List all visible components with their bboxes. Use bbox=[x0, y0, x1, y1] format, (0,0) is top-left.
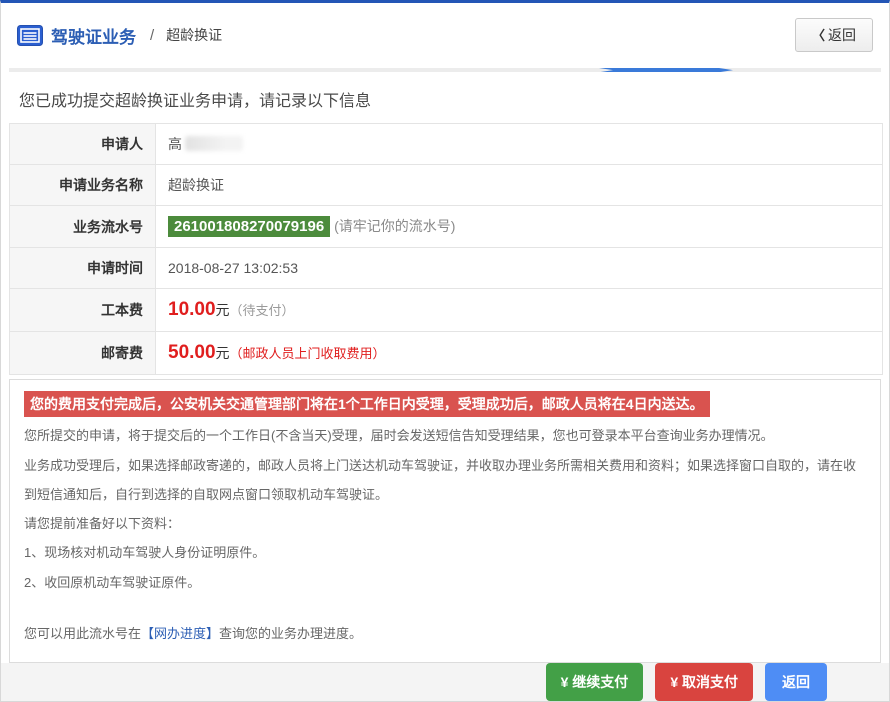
production-fee-unit: 元 bbox=[216, 302, 230, 318]
notice-paragraph-3: 请您提前准备好以下资料： bbox=[24, 509, 866, 538]
step-progress-bar: 1、业务须知 2、用户申告 3、确认信息 4、资料填写 5、确认提交 6、完成提… bbox=[9, 68, 881, 72]
notice-box: 您的费用支付完成后，公安机关交通管理部门将在1个工作日内受理，受理成功后，邮政人… bbox=[9, 379, 881, 663]
application-details-table: 申请人 高 申请业务名称 超龄换证 业务流水号 2610018082700791… bbox=[9, 123, 883, 375]
progress-suffix: 查询您的业务办理进度。 bbox=[219, 626, 362, 641]
header-back-label: 返回 bbox=[828, 27, 856, 43]
applicant-value: 高 bbox=[156, 124, 883, 165]
applicant-label: 申请人 bbox=[10, 124, 156, 165]
apply-time-value: 2018-08-27 13:02:53 bbox=[156, 248, 883, 289]
step-3-confirm-info: 3、确认信息 bbox=[245, 68, 363, 72]
business-name-label: 申请业务名称 bbox=[10, 165, 156, 206]
header: 驾驶证业务 / 超龄换证 〈返回 bbox=[1, 3, 889, 65]
serial-number-badge: 261001808270079196 bbox=[168, 216, 330, 237]
redacted-name bbox=[185, 136, 243, 151]
cancel-payment-button[interactable]: ¥ 取消支付 bbox=[655, 663, 753, 701]
table-row-production-fee: 工本费 10.00元（待支付） bbox=[10, 289, 883, 332]
table-row-postage-fee: 邮寄费 50.00元（邮政人员上门收取费用） bbox=[10, 332, 883, 375]
footer-action-bar: ¥ 继续支付 ¥ 取消支付 返回 bbox=[1, 663, 889, 701]
online-progress-link[interactable]: 【网办进度】 bbox=[141, 626, 219, 641]
serial-number-value: 261001808270079196 (请牢记你的流水号) bbox=[156, 206, 883, 248]
continue-payment-button[interactable]: ¥ 继续支付 bbox=[546, 663, 644, 701]
license-form-icon bbox=[17, 25, 43, 46]
page-container: 驾驶证业务 / 超龄换证 〈返回 1、业务须知 2、用户申告 3、确认信息 4、… bbox=[0, 0, 890, 702]
serial-number-note: (请牢记你的流水号) bbox=[334, 218, 455, 234]
breadcrumb: 驾驶证业务 / 超龄换证 bbox=[17, 23, 222, 48]
postage-fee-value: 50.00元（邮政人员上门收取费用） bbox=[156, 332, 883, 375]
notice-paragraph-5: 2、收回原机动车驾驶证原件。 bbox=[24, 568, 866, 597]
table-row-business-name: 申请业务名称 超龄换证 bbox=[10, 165, 883, 206]
table-row-applicant: 申请人 高 bbox=[10, 124, 883, 165]
step-1-business-notes: 1、业务须知 bbox=[9, 68, 127, 72]
step-6-complete-submit: 6、完成提交 bbox=[599, 68, 733, 72]
serial-number-label: 业务流水号 bbox=[10, 206, 156, 248]
notice-paragraph-1: 您所提交的申请，将于提交后的一个工作日(不含当天)受理，届时会发送短信告知受理结… bbox=[24, 421, 866, 450]
production-fee-note: （待支付） bbox=[230, 303, 295, 318]
page-title: 驾驶证业务 bbox=[51, 23, 136, 48]
step-2-user-declaration: 2、用户申告 bbox=[127, 68, 245, 72]
production-fee-amount: 10.00 bbox=[168, 299, 216, 320]
business-name-value: 超龄换证 bbox=[156, 165, 883, 206]
table-row-apply-time: 申请时间 2018-08-27 13:02:53 bbox=[10, 248, 883, 289]
table-row-serial-number: 业务流水号 261001808270079196 (请牢记你的流水号) bbox=[10, 206, 883, 248]
applicant-name: 高 bbox=[168, 136, 182, 152]
footer-back-button[interactable]: 返回 bbox=[765, 663, 827, 701]
step-4-fill-materials: 4、资料填写 bbox=[363, 68, 481, 72]
breadcrumb-divider: / bbox=[150, 27, 154, 44]
progress-query-line: 您可以用此流水号在【网办进度】查询您的业务办理进度。 bbox=[24, 619, 866, 648]
production-fee-label: 工本费 bbox=[10, 289, 156, 332]
postage-fee-label: 邮寄费 bbox=[10, 332, 156, 375]
apply-time-label: 申请时间 bbox=[10, 248, 156, 289]
notice-paragraph-2: 业务成功受理后，如果选择邮政寄递的，邮政人员将上门送达机动车驾驶证，并收取办理业… bbox=[24, 451, 866, 510]
chevron-left-icon: 〈 bbox=[812, 28, 825, 43]
page-subtitle: 超龄换证 bbox=[166, 25, 222, 45]
progress-prefix: 您可以用此流水号在 bbox=[24, 626, 141, 641]
notice-paragraph-4: 1、现场核对机动车驾驶人身份证明原件。 bbox=[24, 538, 866, 567]
production-fee-value: 10.00元（待支付） bbox=[156, 289, 883, 332]
step-5-confirm-submit: 5、确认提交 bbox=[481, 68, 599, 72]
success-message: 您已成功提交超龄换证业务申请，请记录以下信息 bbox=[19, 87, 889, 111]
postage-fee-note: （邮政人员上门收取费用） bbox=[230, 346, 386, 361]
postage-fee-unit: 元 bbox=[216, 345, 230, 361]
postage-fee-amount: 50.00 bbox=[168, 342, 216, 363]
payment-warning-banner: 您的费用支付完成后，公安机关交通管理部门将在1个工作日内受理，受理成功后，邮政人… bbox=[24, 391, 710, 417]
header-back-button[interactable]: 〈返回 bbox=[795, 18, 873, 52]
